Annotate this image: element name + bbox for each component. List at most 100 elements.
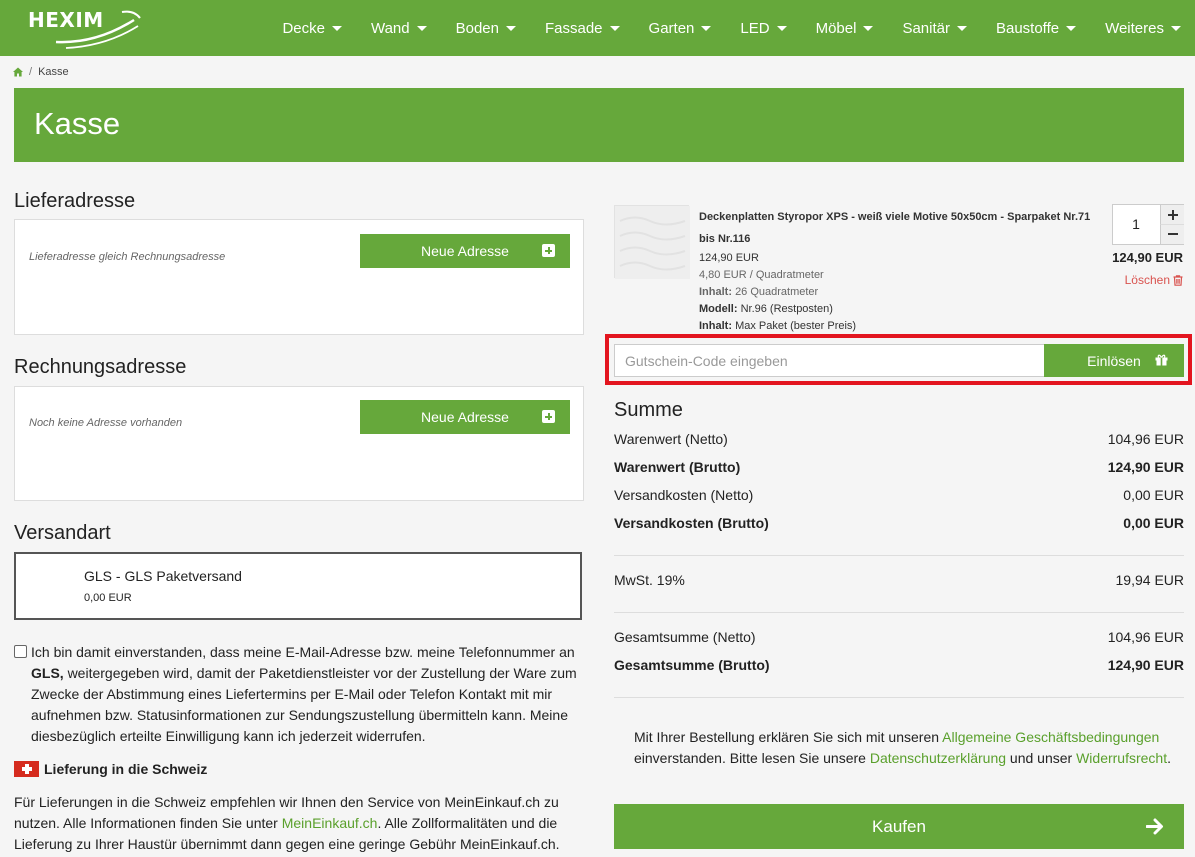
hexim-logo[interactable]: HEXIM	[26, 4, 146, 49]
privacy-link[interactable]: Datenschutzerklärung	[870, 750, 1006, 766]
product-image[interactable]	[614, 205, 690, 279]
caret-down-icon	[331, 25, 342, 31]
new-delivery-address-button[interactable]: Neue Adresse	[360, 234, 570, 268]
caret-down-icon	[956, 25, 967, 31]
summary-value: 0,00 EUR	[1123, 515, 1184, 531]
shipping-option-name: GLS - GLS Paketversand	[84, 568, 242, 584]
delivery-address-title: Lieferadresse	[14, 190, 136, 212]
consent-carrier: GLS,	[31, 665, 64, 681]
caret-down-icon	[701, 25, 712, 31]
trash-icon	[1173, 274, 1183, 286]
summary-title: Summe	[614, 399, 683, 421]
product-info: Deckenplatten Styropor XPS - weiß viele …	[699, 206, 1099, 335]
button-label: Einlösen	[1087, 352, 1141, 369]
caret-down-icon	[1066, 25, 1077, 31]
quantity-minus-icon[interactable]	[1160, 224, 1184, 244]
nav-item-fassade[interactable]: Fassade	[545, 20, 620, 37]
summary-row: MwSt. 19% 19,94 EUR	[614, 572, 1184, 588]
quantity-stepper: 1	[1112, 204, 1184, 245]
caret-down-icon	[416, 25, 427, 31]
summary-value: 104,96 EUR	[1107, 629, 1184, 645]
consent-checkbox[interactable]	[14, 645, 27, 658]
shipping-method-title: Versandart	[14, 522, 111, 544]
product-total: 124,90 EUR	[1112, 250, 1183, 265]
nav-item-decke[interactable]: Decke	[282, 20, 342, 37]
package-value: Max Paket (bester Preis)	[735, 320, 857, 332]
terms-text: .	[1167, 750, 1171, 766]
summary-row: Versandkosten (Netto) 0,00 EUR	[614, 487, 1184, 503]
button-label: Neue Adresse	[421, 409, 509, 425]
breadcrumb-separator: /	[29, 66, 33, 78]
summary-row: Gesamtsumme (Brutto) 124,90 EUR	[614, 657, 1184, 673]
shipping-option-price: 0,00 EUR	[84, 592, 132, 604]
meineinkauf-link[interactable]: MeinEinkauf.ch	[282, 815, 378, 831]
caret-down-icon	[863, 25, 874, 31]
agb-link[interactable]: Allgemeine Geschäftsbedingungen	[942, 729, 1159, 745]
swiss-delivery-heading: Lieferung in die Schweiz	[14, 761, 207, 777]
summary-row: Versandkosten (Brutto) 0,00 EUR	[614, 515, 1184, 531]
summary-label: MwSt. 19%	[614, 572, 685, 588]
product-model: Modell: Nr.96 (Restposten)	[699, 301, 1099, 318]
nav-item-weiteres[interactable]: Weiteres	[1105, 20, 1181, 37]
button-label: Neue Adresse	[421, 243, 509, 259]
nav-item-led[interactable]: LED	[740, 19, 787, 37]
billing-address-title: Rechnungsadresse	[14, 356, 187, 378]
home-icon[interactable]	[13, 67, 23, 77]
summary-label: Gesamtsumme (Brutto)	[614, 657, 770, 673]
product-unit-price: 4,80 EUR / Quadratmeter	[699, 269, 824, 281]
product-content: Inhalt: 26 Quadratmeter	[699, 284, 1099, 301]
caret-down-icon	[776, 25, 787, 31]
new-billing-address-button[interactable]: Neue Adresse	[360, 400, 570, 434]
product-price: 124,90 EUR	[699, 252, 759, 264]
buy-button[interactable]: Kaufen	[614, 804, 1184, 849]
nav-label: Decke	[282, 19, 325, 37]
swiss-flag-icon	[14, 761, 39, 777]
caret-down-icon	[609, 25, 620, 31]
nav-item-boden[interactable]: Boden	[456, 20, 516, 37]
breadcrumb-current: Kasse	[38, 66, 69, 78]
main-menu: Decke Wand Boden Fassade Garten LED Möbe…	[253, 0, 1181, 56]
summary-row: Warenwert (Brutto) 124,90 EUR	[614, 459, 1184, 475]
summary-label: Warenwert (Netto)	[614, 431, 728, 447]
summary-row: Warenwert (Netto) 104,96 EUR	[614, 431, 1184, 447]
consent-text-part: Ich bin damit einverstanden, dass meine …	[31, 644, 575, 660]
terms-text: und unser	[1009, 750, 1073, 766]
swiss-delivery-title: Lieferung in die Schweiz	[44, 761, 208, 777]
summary-divider	[614, 697, 1184, 698]
shipping-option-gls[interactable]: GLS - GLS Paketversand 0,00 EUR	[14, 552, 582, 620]
redeem-coupon-button[interactable]: Einlösen	[1044, 344, 1184, 377]
terms-text: einverstanden. Bitte lesen Sie unsere	[634, 750, 866, 766]
arrow-right-icon	[1146, 818, 1163, 835]
model-value: Nr.96 (Restposten)	[740, 303, 833, 315]
delete-product-button[interactable]: Löschen	[1125, 273, 1183, 287]
consent-text-part: weitergegeben wird, damit der Paketdiens…	[31, 665, 577, 744]
nav-label: Boden	[455, 19, 499, 37]
swiss-delivery-text: Für Lieferungen in die Schweiz empfehlen…	[14, 792, 574, 855]
nav-item-moebel[interactable]: Möbel	[816, 20, 874, 37]
summary-label: Versandkosten (Netto)	[614, 487, 754, 503]
product-name[interactable]: Deckenplatten Styropor XPS - weiß viele …	[699, 206, 1099, 250]
product-thumbnail	[615, 206, 690, 279]
nav-label: Fassade	[544, 19, 603, 37]
billing-address-panel: Noch keine Adresse vorhanden Neue Adress…	[14, 386, 584, 501]
quantity-plus-icon[interactable]	[1160, 205, 1184, 225]
quantity-input[interactable]: 1	[1113, 205, 1159, 244]
delivery-address-note: Lieferadresse gleich Rechnungsadresse	[29, 251, 226, 263]
terms-text: Mit Ihrer Bestellung erklären Sie sich m…	[634, 729, 940, 745]
coupon-code-input[interactable]	[614, 344, 1045, 377]
withdrawal-link[interactable]: Widerrufsrecht	[1076, 750, 1167, 766]
summary-label: Warenwert (Brutto)	[614, 459, 741, 475]
breadcrumb: / Kasse	[13, 66, 69, 78]
summary-value: 124,90 EUR	[1107, 459, 1184, 475]
caret-down-icon	[505, 25, 516, 31]
nav-item-wand[interactable]: Wand	[371, 20, 427, 37]
plus-square-icon	[542, 410, 555, 423]
nav-item-baustoffe[interactable]: Baustoffe	[995, 19, 1077, 37]
nav-item-garten[interactable]: Garten	[649, 20, 712, 37]
nav-label: Baustoffe	[995, 19, 1060, 37]
nav-label: LED	[740, 19, 770, 37]
nav-item-sanitaer[interactable]: Sanitär	[902, 20, 967, 37]
logo-text: HEXIM	[28, 8, 104, 32]
summary-label: Gesamtsumme (Netto)	[614, 629, 756, 645]
summary-value: 0,00 EUR	[1123, 487, 1184, 503]
